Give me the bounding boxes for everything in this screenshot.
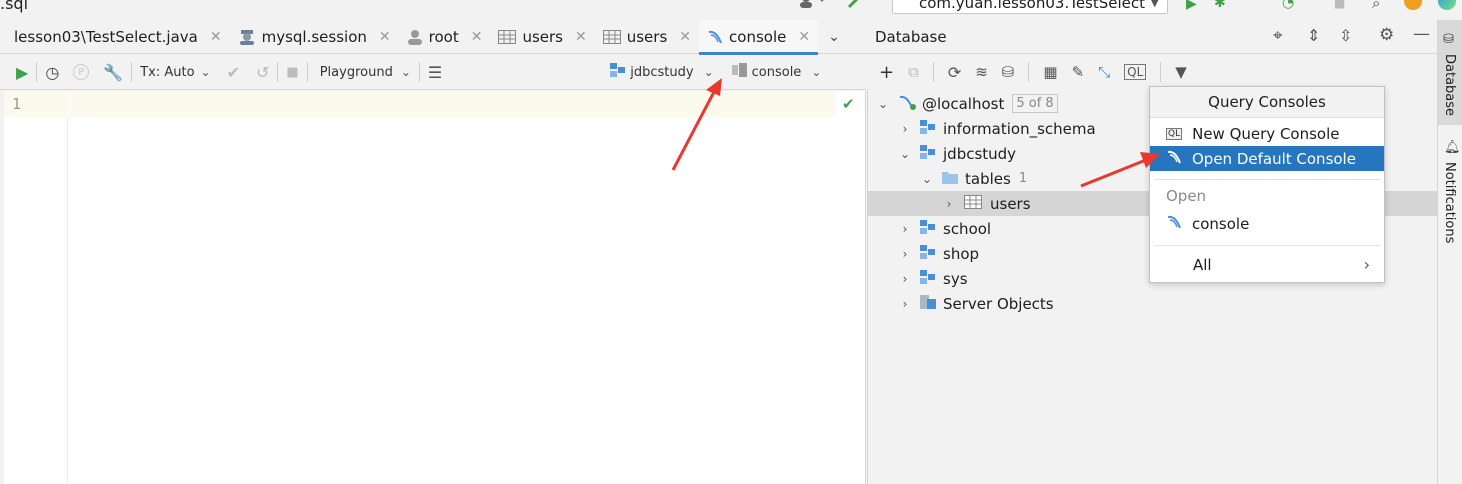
annotation-arrow-console <box>1080 158 1147 188</box>
annotation-arrowhead-console <box>1140 152 1160 168</box>
annotation-arrowhead-schema <box>706 78 722 96</box>
annotation-arrows <box>671 78 1160 188</box>
annotation-arrow-schema <box>671 89 717 171</box>
